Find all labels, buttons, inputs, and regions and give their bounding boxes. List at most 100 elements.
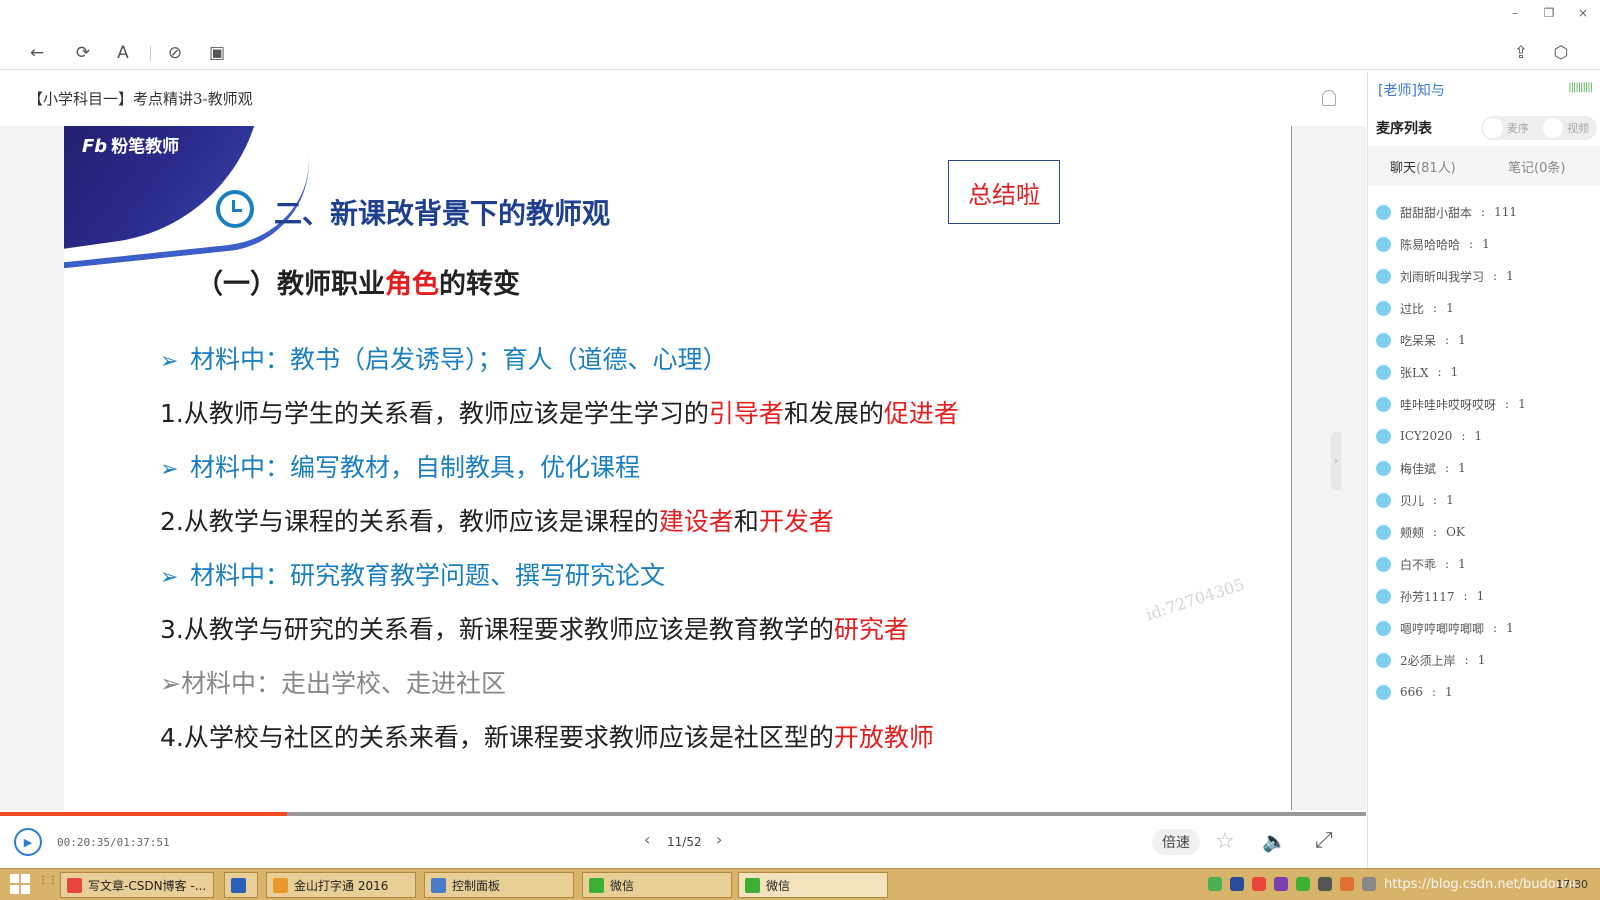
mic-queue-toggle[interactable]: 麦序 [1507, 120, 1529, 136]
avatar-icon [1376, 204, 1391, 220]
refresh-icon[interactable]: ⟳ [70, 40, 96, 66]
chat-message: 颊颊: OK [1376, 516, 1596, 548]
font-icon[interactable]: A [110, 40, 136, 66]
chat-message: 陈易哈哈哈:1 [1376, 228, 1596, 260]
avatar-icon [1376, 236, 1391, 252]
chat-message: 甜甜甜小甜本:111 [1376, 196, 1596, 228]
material-text: 材料中：研究教育教学问题、撰写研究论文 [190, 561, 666, 590]
point-line: 1.从教师与学生的关系看，教师应该是学生学习的引导者和发展的促进者 [160, 394, 959, 430]
mic-queue-title: 麦序列表 [1376, 121, 1432, 137]
alarm-clock-icon [216, 190, 254, 228]
taskbar-grip-icon: ⋮⋮ [38, 875, 58, 886]
chat-message: 过比:1 [1376, 292, 1596, 324]
signal-icon: |||||||||| [1568, 82, 1593, 93]
subtitle-highlight: 角色 [385, 269, 439, 300]
progress-bar[interactable] [0, 812, 1366, 816]
star-icon[interactable]: ☆ [1215, 829, 1235, 854]
close-button[interactable]: × [1566, 0, 1600, 26]
restore-button[interactable]: ❐ [1532, 0, 1566, 26]
wechat-tray-icon [1296, 877, 1310, 891]
taskbar-item[interactable]: 微信 [582, 872, 732, 898]
speed-button[interactable]: 倍速 [1152, 829, 1200, 855]
layout-icon[interactable]: ▣ [204, 40, 230, 66]
minimize-button[interactable]: – [1498, 0, 1532, 26]
point-text: 2.从教学与课程的关系看，教师应该是课程的 [160, 507, 659, 536]
queue-toggle[interactable]: 麦序 视频 [1481, 116, 1597, 140]
taskbar-item-label: 微信 [766, 878, 791, 893]
app-icon [67, 877, 82, 893]
taskbar-clock: 17:30 [1556, 878, 1588, 891]
chat-user: 吃呆呆 [1400, 333, 1437, 348]
chat-text: 1 [1476, 589, 1485, 603]
next-page-icon[interactable]: › [716, 830, 722, 849]
chat-user: 贝儿 [1400, 493, 1425, 508]
chat-text: OK [1446, 525, 1465, 539]
onenote-icon [1274, 877, 1288, 891]
tab-chat-count: (81人) [1416, 161, 1456, 176]
video-stage: Fb 粉笔教师 二、新课改背景下的教师观 总结啦 （一）教师职业角色的转变 ➢ 材料… [0, 126, 1366, 810]
chat-user: 2必须上岸 [1400, 653, 1456, 668]
video-toggle[interactable]: 视频 [1567, 120, 1589, 136]
taskbar-item[interactable]: 写文章-CSDN博客 -... [60, 872, 214, 898]
taskbar-item[interactable]: 微信 [738, 872, 888, 898]
taskbar-item-label: 金山打字通 2016 [294, 878, 389, 893]
avatar-icon [1376, 684, 1391, 700]
chat-user: 刘雨昕叫我学习 [1400, 269, 1485, 284]
avatar-icon [1376, 588, 1391, 604]
chat-text: 1 [1450, 365, 1459, 379]
windows-start-icon[interactable] [10, 874, 30, 894]
avatar-icon [1376, 332, 1391, 348]
prev-page-icon[interactable]: ‹ [644, 830, 650, 849]
chat-user: 过比 [1400, 301, 1425, 316]
app-icon [431, 877, 446, 893]
chat-text: 111 [1494, 205, 1517, 219]
avatar-icon [1376, 460, 1391, 476]
alarm-icon[interactable] [1322, 90, 1336, 106]
link-icon[interactable]: ⊘ [162, 40, 188, 66]
chat-separator: : [1433, 493, 1438, 507]
chat-text: 1 [1458, 461, 1466, 475]
chat-list: 甜甜甜小甜本:111 陈易哈哈哈:1 刘雨昕叫我学习:1 过比:1 吃呆呆:1 张LX:1… [1376, 196, 1596, 708]
expand-panel-handle[interactable]: › [1331, 432, 1341, 490]
avatar-icon [1376, 620, 1391, 636]
point-highlight: 开发者 [758, 507, 834, 536]
chat-separator: : [1463, 589, 1468, 603]
taskbar-item[interactable]: 金山打字通 2016 [266, 872, 416, 898]
material-line: ➢材料中：走出学校、走进社区 [160, 664, 506, 700]
fullscreen-icon[interactable]: ⤢ [1315, 828, 1333, 853]
chat-text: 1 [1518, 397, 1526, 411]
volume-icon[interactable]: 🔈 [1262, 829, 1287, 853]
taskbar-item[interactable] [224, 872, 258, 898]
material-line: ➢ 材料中：教书（启发诱导）；育人（道德、心理） [160, 340, 728, 376]
course-title: 【小学科目一】考点精讲3-教师观 [28, 90, 253, 108]
cube-icon[interactable]: ⬡ [1548, 40, 1574, 66]
bluetooth-icon [1230, 877, 1244, 891]
chat-separator: : [1464, 653, 1469, 667]
window-controls: – ❐ × [1498, 0, 1600, 26]
avatar-icon [1376, 556, 1391, 572]
chat-separator: : [1433, 301, 1438, 315]
taskbar-item[interactable]: 控制面板 [424, 872, 574, 898]
point-text: 和发展的 [783, 399, 884, 428]
play-button[interactable]: ▶ [14, 828, 42, 856]
avatar-icon [1376, 524, 1391, 540]
share-icon[interactable]: ⇪ [1508, 40, 1534, 66]
chat-text: 1 [1482, 237, 1490, 251]
chat-user: 甜甜甜小甜本 [1400, 205, 1473, 220]
point-highlight: 引导者 [708, 399, 784, 428]
back-icon[interactable]: ← [24, 40, 50, 66]
chat-separator: : [1445, 557, 1450, 571]
app-icon [589, 877, 604, 893]
point-text: 4.从学校与社区的关系来看，新课程要求教师应该是社区型的 [160, 723, 834, 752]
avatar-icon [1376, 652, 1391, 668]
point-text: 和 [733, 507, 759, 536]
chat-user: 666 [1400, 685, 1423, 699]
point-highlight: 研究者 [833, 615, 909, 644]
chat-message: 吃呆呆:1 [1376, 324, 1596, 356]
chat-user: 梅佳斌 [1400, 461, 1437, 476]
tab-chat[interactable]: 聊天(81人) [1390, 157, 1456, 176]
chat-separator: : [1481, 205, 1486, 219]
arrow-icon: ➢ [160, 669, 181, 698]
tab-notes[interactable]: 笔记(0条) [1508, 157, 1565, 176]
chat-separator: : [1469, 237, 1474, 251]
